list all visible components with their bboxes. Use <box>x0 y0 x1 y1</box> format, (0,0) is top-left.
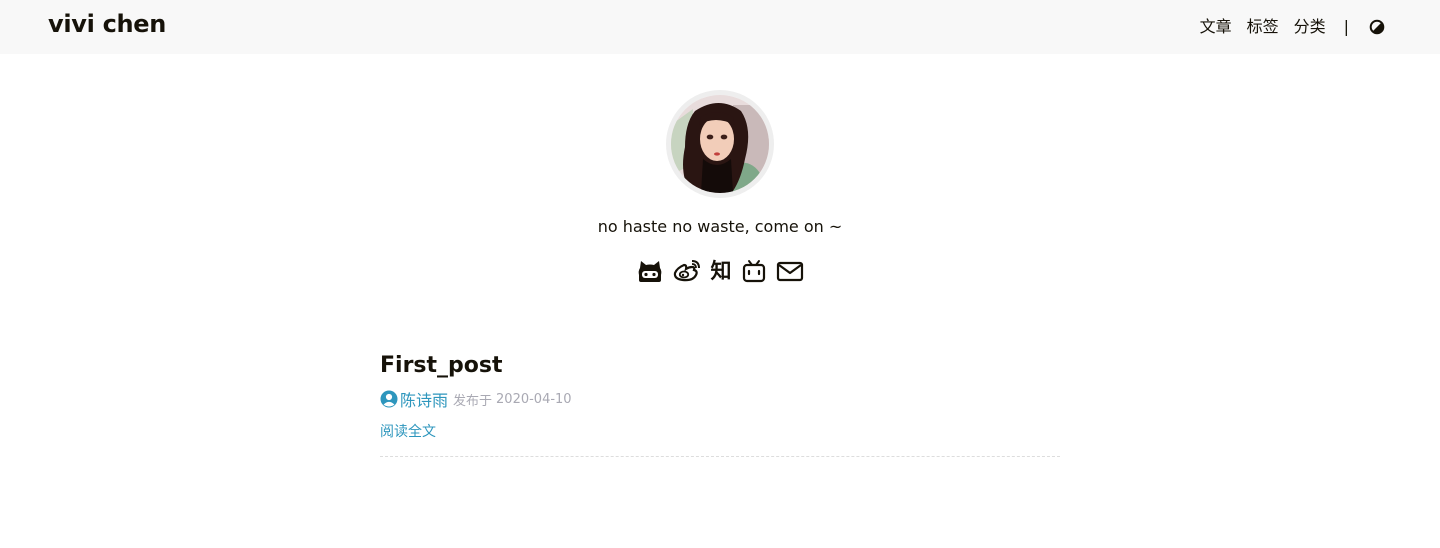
tagline: no haste no waste, come on ~ <box>597 217 843 236</box>
nav-menu: 文章 标签 分类 | <box>1200 15 1385 39</box>
theme-toggle-button[interactable] <box>1369 19 1385 35</box>
weibo-icon <box>673 260 700 282</box>
post-author-link[interactable]: 陈诗雨 <box>400 387 448 411</box>
github-icon <box>638 261 661 282</box>
read-more-link[interactable]: 阅读全文 <box>380 422 436 442</box>
navbar: vivi chen 文章 标签 分类 | <box>0 0 1440 54</box>
published-date: 2020-04-10 <box>496 391 572 407</box>
zhihu-icon: 知 <box>710 259 732 283</box>
user-circle-icon <box>380 390 398 408</box>
site-brand-link[interactable]: vivi chen <box>48 10 166 38</box>
nav-item-categories[interactable]: 分类 <box>1294 15 1326 39</box>
post-title-link[interactable]: First_post <box>380 350 1060 382</box>
nav-item-articles[interactable]: 文章 <box>1200 15 1232 39</box>
avatar-portrait <box>671 95 769 193</box>
social-link-bilibili[interactable] <box>742 259 766 283</box>
social-link-zhihu[interactable]: 知 <box>711 259 732 283</box>
social-links: 知 <box>0 258 1440 284</box>
social-link-email[interactable] <box>776 259 804 283</box>
bilibili-icon <box>742 260 765 283</box>
avatar <box>666 90 774 198</box>
nav-separator: | <box>1343 17 1349 36</box>
email-icon <box>776 261 803 282</box>
contrast-half-circle-icon <box>1369 19 1385 35</box>
social-link-github[interactable] <box>637 259 663 283</box>
published-label: 发布于 <box>453 393 493 409</box>
profile-intro: no haste no waste, come on ~ 知 <box>0 90 1440 284</box>
post-meta: 陈诗雨 发布于 2020-04-10 <box>380 387 1060 411</box>
post-item: First_post 陈诗雨 发布于 2020-04-10 阅读全文 <box>380 350 1060 457</box>
nav-item-tags[interactable]: 标签 <box>1247 15 1279 39</box>
social-link-weibo[interactable] <box>673 259 701 283</box>
